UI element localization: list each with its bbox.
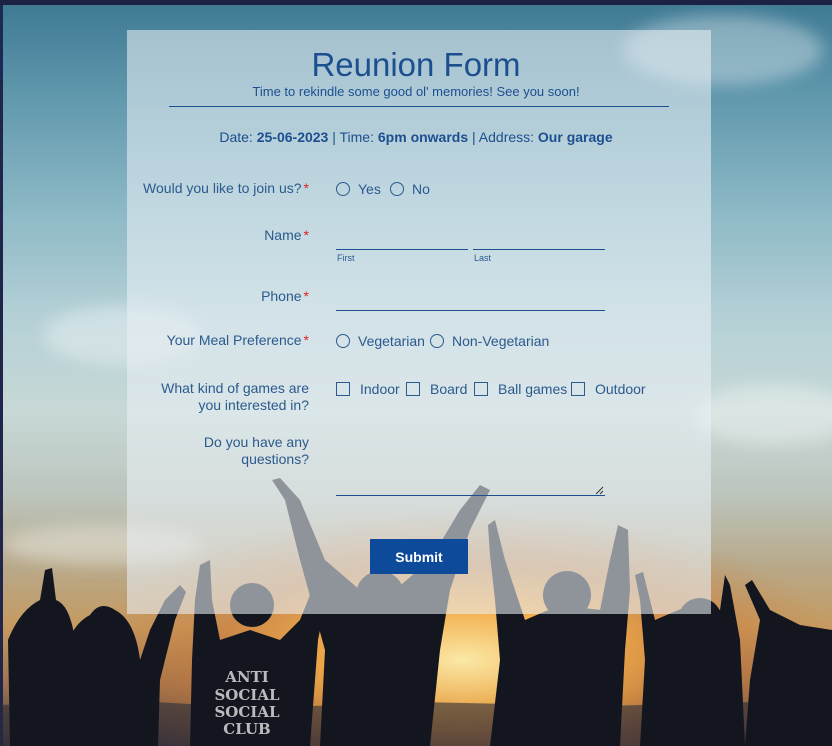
- first-name-input[interactable]: [336, 249, 468, 250]
- checkbox-icon[interactable]: [406, 382, 420, 396]
- title-divider: [169, 106, 669, 107]
- join-option-no[interactable]: No: [390, 181, 430, 197]
- radio-icon[interactable]: [336, 182, 350, 196]
- checkbox-icon[interactable]: [571, 382, 585, 396]
- last-name-sublabel: Last: [474, 253, 492, 263]
- games-option-board[interactable]: Board: [406, 381, 467, 397]
- required-marker: *: [303, 227, 309, 243]
- radio-icon[interactable]: [390, 182, 404, 196]
- shirt-text-2: SOCIAL: [214, 686, 279, 704]
- games-option-outdoor[interactable]: Outdoor: [571, 381, 646, 397]
- name-label: Name *: [264, 227, 309, 243]
- meal-option-non-vegetarian[interactable]: Non-Vegetarian: [430, 333, 549, 349]
- questions-label: Do you have any questions?: [203, 434, 309, 467]
- questions-textarea[interactable]: [336, 495, 605, 496]
- resize-handle-icon[interactable]: [594, 485, 604, 495]
- form-title: Reunion Form: [311, 46, 521, 83]
- meal-option-vegetarian[interactable]: Vegetarian: [336, 333, 425, 349]
- games-option-ball-games[interactable]: Ball games: [474, 381, 567, 397]
- form-subtitle: Time to rekindle some good ol' memories!…: [252, 84, 580, 99]
- required-marker: *: [303, 332, 309, 348]
- date-value: 25-06-2023: [256, 129, 329, 145]
- time-value: 6pm onwards: [377, 129, 469, 145]
- address-value: Our garage: [537, 129, 613, 145]
- required-marker: *: [303, 180, 309, 196]
- last-name-input[interactable]: [473, 249, 605, 250]
- meal-label: Your Meal Preference *: [166, 332, 309, 348]
- phone-input[interactable]: [336, 310, 605, 311]
- event-info: Date: 25-06-2023 | Time: 6pm onwards | A…: [0, 129, 832, 145]
- submit-button[interactable]: Submit: [370, 539, 468, 574]
- form-card: [127, 30, 711, 614]
- phone-label: Phone *: [261, 288, 309, 304]
- time-label: | Time:: [328, 129, 378, 145]
- radio-icon[interactable]: [430, 334, 444, 348]
- join-label: Would you like to join us? *: [143, 180, 309, 196]
- games-option-indoor[interactable]: Indoor: [336, 381, 400, 397]
- join-option-yes[interactable]: Yes: [336, 181, 381, 197]
- date-label: Date:: [219, 129, 257, 145]
- first-name-sublabel: First: [337, 253, 355, 263]
- shirt-text-3: SOCIAL: [214, 703, 279, 721]
- radio-icon[interactable]: [336, 334, 350, 348]
- checkbox-icon[interactable]: [474, 382, 488, 396]
- shirt-text-1: ANTI: [224, 668, 269, 686]
- games-label: What kind of games are you interested in…: [161, 380, 309, 413]
- required-marker: *: [303, 288, 309, 304]
- shirt-text-4: CLUB: [223, 720, 270, 738]
- checkbox-icon[interactable]: [336, 382, 350, 396]
- address-label: | Address:: [468, 129, 538, 145]
